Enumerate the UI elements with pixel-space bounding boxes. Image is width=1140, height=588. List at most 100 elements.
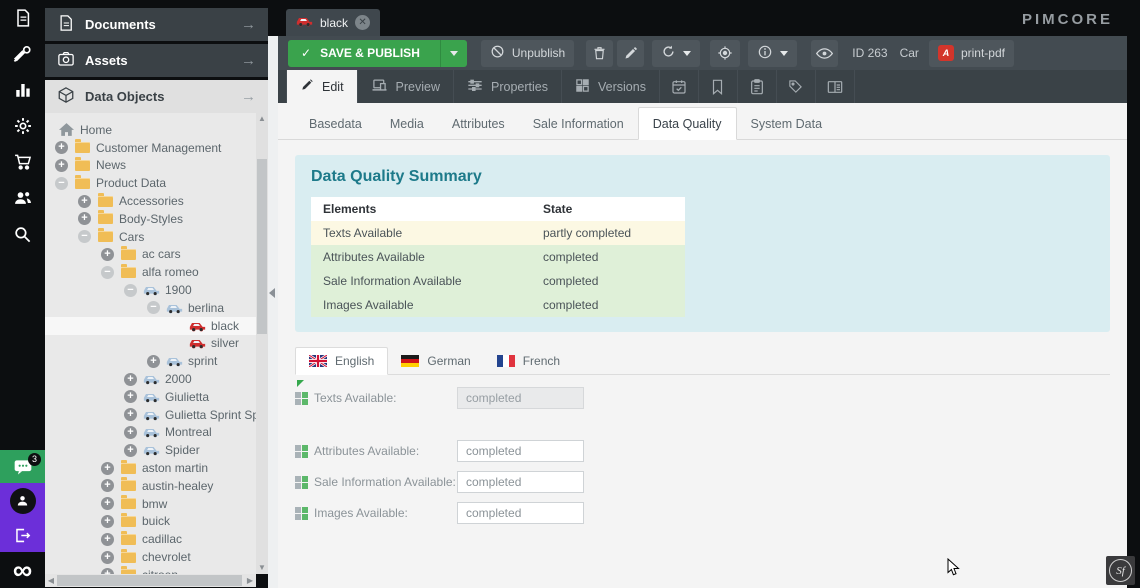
expand-plus-icon[interactable]: + bbox=[124, 426, 137, 439]
delete-button[interactable] bbox=[586, 40, 613, 67]
expand-plus-icon[interactable]: + bbox=[124, 390, 137, 403]
tree-item-1900[interactable]: −1900 bbox=[45, 281, 256, 299]
tree-item-citroen[interactable]: +citroen bbox=[45, 566, 256, 574]
print-pdf-button[interactable]: A print-pdf bbox=[929, 40, 1014, 67]
scroll-up-icon[interactable]: ▲ bbox=[256, 113, 268, 125]
tree-item-news[interactable]: +News bbox=[45, 157, 256, 175]
tree-item-berlina[interactable]: −berlina bbox=[45, 299, 256, 317]
tree-item-cars[interactable]: −Cars bbox=[45, 228, 256, 246]
expand-plus-icon[interactable]: + bbox=[101, 551, 114, 564]
tree-item-austin-healey[interactable]: +austin-healey bbox=[45, 477, 256, 495]
expand-arrow-icon[interactable]: → bbox=[241, 16, 256, 33]
open-tab-black[interactable]: black ✕ bbox=[286, 9, 380, 36]
tree-item-gulietta-sprint-specia[interactable]: +Gulietta Sprint Specia bbox=[45, 406, 256, 424]
save-publish-button[interactable]: ✓SAVE & PUBLISH bbox=[288, 40, 467, 67]
content-tab-sale-information[interactable]: Sale Information bbox=[519, 108, 638, 139]
tree-item-giulietta[interactable]: +Giulietta bbox=[45, 388, 256, 406]
reports-icon[interactable] bbox=[0, 72, 45, 108]
collapse-minus-icon[interactable]: − bbox=[124, 284, 137, 297]
tree-item-montreal[interactable]: +Montreal bbox=[45, 424, 256, 442]
language-tab-english[interactable]: English bbox=[295, 347, 388, 375]
language-tab-german[interactable]: German bbox=[388, 348, 483, 374]
scrollbar-thumb[interactable] bbox=[57, 575, 242, 586]
expand-plus-icon[interactable]: + bbox=[124, 408, 137, 421]
tree-item-aston-martin[interactable]: +aston martin bbox=[45, 459, 256, 477]
tree-item-buick[interactable]: +buick bbox=[45, 513, 256, 531]
pimcore-infinity-logo[interactable]: ∞ bbox=[0, 552, 45, 588]
expand-plus-icon[interactable]: + bbox=[124, 373, 137, 386]
tab-schedule[interactable] bbox=[660, 70, 699, 103]
scroll-left-icon[interactable]: ◀ bbox=[45, 574, 57, 587]
tab-tags[interactable] bbox=[777, 70, 816, 103]
tab-edit[interactable]: Edit bbox=[286, 70, 358, 103]
collapse-minus-icon[interactable]: − bbox=[78, 230, 91, 243]
sidebar-panel-assets[interactable]: Assets → bbox=[45, 44, 268, 77]
content-tab-system-data[interactable]: System Data bbox=[737, 108, 837, 139]
logout-button[interactable] bbox=[0, 518, 45, 552]
sidebar-splitter[interactable] bbox=[268, 36, 278, 588]
tab-properties[interactable]: Properties bbox=[454, 70, 562, 103]
expand-arrow-icon[interactable]: → bbox=[241, 52, 256, 69]
language-tab-french[interactable]: French bbox=[484, 348, 573, 374]
expand-plus-icon[interactable]: + bbox=[101, 497, 114, 510]
content-tab-attributes[interactable]: Attributes bbox=[438, 108, 519, 139]
tree-item-spider[interactable]: +Spider bbox=[45, 441, 256, 459]
tree-item-alfa-romeo[interactable]: −alfa romeo bbox=[45, 263, 256, 281]
users-icon[interactable] bbox=[0, 180, 45, 216]
tree-item-chevrolet[interactable]: +chevrolet bbox=[45, 548, 256, 566]
cart-icon[interactable] bbox=[0, 144, 45, 180]
sale-information-available-input[interactable] bbox=[457, 471, 584, 493]
tree-item-accessories[interactable]: +Accessories bbox=[45, 192, 256, 210]
images-available-input[interactable] bbox=[457, 502, 584, 524]
rename-button[interactable] bbox=[617, 40, 644, 67]
tree-item-cadillac[interactable]: +cadillac bbox=[45, 530, 256, 548]
preview-eye-button[interactable] bbox=[811, 40, 838, 67]
scroll-right-icon[interactable]: ▶ bbox=[244, 574, 256, 587]
reload-options-dropdown[interactable] bbox=[683, 51, 691, 56]
save-options-dropdown[interactable] bbox=[440, 40, 467, 67]
collapse-sidebar-icon[interactable] bbox=[269, 288, 275, 298]
tree-item-home[interactable]: Home bbox=[45, 121, 256, 139]
close-tab-icon[interactable]: ✕ bbox=[355, 15, 370, 30]
collapse-minus-icon[interactable]: − bbox=[147, 301, 160, 314]
attributes-available-input[interactable] bbox=[457, 440, 584, 462]
expand-plus-icon[interactable]: + bbox=[124, 444, 137, 457]
expand-plus-icon[interactable]: + bbox=[101, 515, 114, 528]
symfony-debug-button[interactable]: Sf bbox=[1106, 556, 1135, 585]
search-icon[interactable] bbox=[0, 216, 45, 252]
tab-preview[interactable]: Preview bbox=[358, 70, 454, 103]
tab-versions[interactable]: Versions bbox=[562, 70, 660, 103]
expand-plus-icon[interactable]: + bbox=[101, 248, 114, 261]
notifications-button[interactable]: 3 bbox=[0, 450, 45, 483]
documents-icon[interactable] bbox=[0, 0, 45, 36]
tree-item-customer-management[interactable]: +Customer Management bbox=[45, 139, 256, 157]
tree-item-body-styles[interactable]: +Body-Styles bbox=[45, 210, 256, 228]
user-profile-button[interactable] bbox=[0, 483, 45, 518]
tree-item-ac-cars[interactable]: +ac cars bbox=[45, 246, 256, 264]
expand-plus-icon[interactable]: + bbox=[101, 462, 114, 475]
expand-plus-icon[interactable]: + bbox=[78, 195, 91, 208]
settings-icon[interactable] bbox=[0, 108, 45, 144]
scroll-down-icon[interactable]: ▼ bbox=[256, 562, 268, 574]
locate-in-tree-button[interactable] bbox=[710, 40, 740, 67]
content-tab-basedata[interactable]: Basedata bbox=[295, 108, 376, 139]
reload-button[interactable] bbox=[652, 40, 700, 67]
tree-item-sprint[interactable]: +sprint bbox=[45, 352, 256, 370]
tree-item-black[interactable]: black bbox=[45, 317, 256, 335]
expand-plus-icon[interactable]: + bbox=[55, 141, 68, 154]
expand-plus-icon[interactable]: + bbox=[101, 479, 114, 492]
expand-arrow-icon[interactable]: → bbox=[241, 88, 256, 105]
sidebar-panel-data-objects[interactable]: Data Objects → bbox=[45, 80, 268, 113]
tab-notes-events[interactable] bbox=[738, 70, 777, 103]
tree-item-2000[interactable]: +2000 bbox=[45, 370, 256, 388]
tree-item-silver[interactable]: silver bbox=[45, 335, 256, 353]
tab-custom-layout[interactable] bbox=[816, 70, 855, 103]
info-button[interactable] bbox=[748, 40, 797, 67]
expand-plus-icon[interactable]: + bbox=[55, 159, 68, 172]
tree-item-bmw[interactable]: +bmw bbox=[45, 495, 256, 513]
content-tab-data-quality[interactable]: Data Quality bbox=[638, 107, 737, 140]
tree-horizontal-scrollbar[interactable]: ◀ ▶ bbox=[45, 574, 256, 587]
tree-vertical-scrollbar[interactable]: ▲ ▼ bbox=[256, 113, 268, 574]
collapse-minus-icon[interactable]: − bbox=[101, 266, 114, 279]
expand-plus-icon[interactable]: + bbox=[101, 533, 114, 546]
